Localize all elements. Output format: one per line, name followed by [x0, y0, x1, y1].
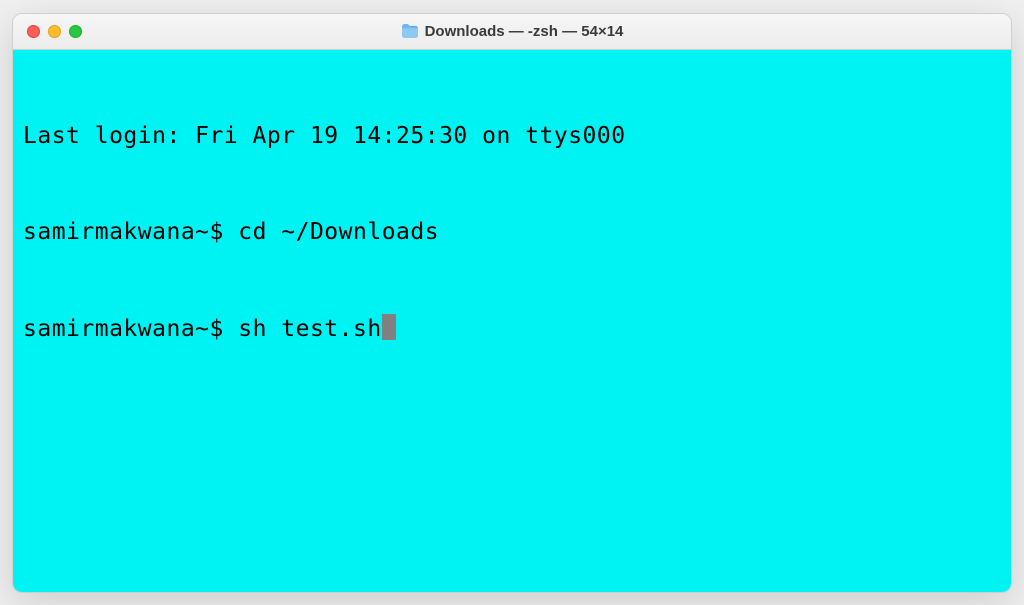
terminal-cursor — [382, 314, 396, 340]
close-button[interactable] — [27, 25, 40, 38]
terminal-body[interactable]: Last login: Fri Apr 19 14:25:30 on ttys0… — [13, 50, 1011, 592]
terminal-prompt: samirmakwana~$ — [23, 316, 238, 342]
terminal-window: Downloads — -zsh — 54×14 Last login: Fri… — [12, 13, 1012, 593]
terminal-line: Last login: Fri Apr 19 14:25:30 on ttys0… — [23, 120, 1001, 152]
window-title: Downloads — -zsh — 54×14 — [425, 23, 624, 40]
folder-icon — [401, 24, 419, 38]
titlebar[interactable]: Downloads — -zsh — 54×14 — [13, 14, 1011, 50]
title-wrap: Downloads — -zsh — 54×14 — [13, 23, 1011, 40]
traffic-lights — [27, 25, 82, 38]
minimize-button[interactable] — [48, 25, 61, 38]
terminal-prompt: samirmakwana~$ — [23, 219, 238, 245]
terminal-line: samirmakwana~$ sh test.sh — [23, 313, 1001, 345]
terminal-line: samirmakwana~$ cd ~/Downloads — [23, 216, 1001, 248]
terminal-command: cd ~/Downloads — [238, 219, 439, 245]
terminal-command: sh test.sh — [238, 316, 381, 342]
terminal-output: Last login: Fri Apr 19 14:25:30 on ttys0… — [23, 123, 626, 149]
maximize-button[interactable] — [69, 25, 82, 38]
